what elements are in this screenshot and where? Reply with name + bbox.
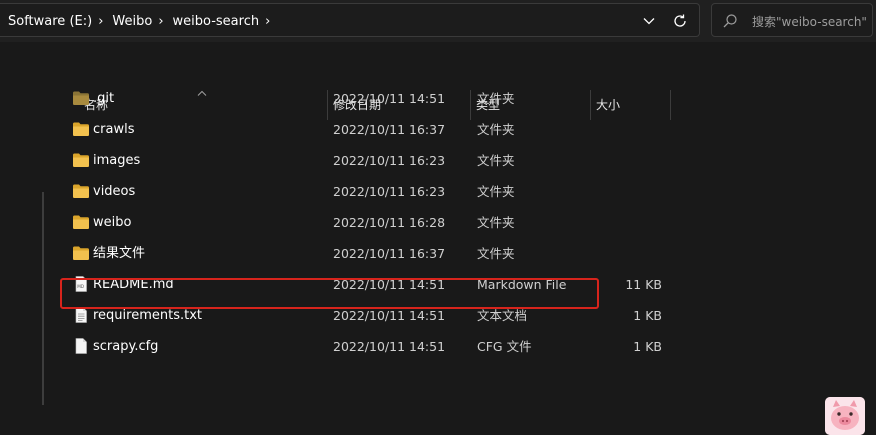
file-name: weibo	[93, 215, 132, 230]
file-size: 11 KB	[625, 277, 662, 292]
address-bar[interactable]: Software (E:) › Weibo › weibo-search ›	[0, 3, 700, 37]
folder-icon	[73, 91, 89, 105]
folder-icon	[73, 215, 89, 229]
file-size: 1 KB	[633, 339, 662, 354]
file-name: crawls	[93, 122, 135, 137]
refresh-icon	[674, 14, 686, 27]
file-name: videos	[93, 184, 136, 199]
navigation-pane-divider	[42, 192, 44, 405]
address-dropdown-button[interactable]	[636, 8, 662, 34]
file-icon	[75, 338, 87, 354]
file-row-weibo[interactable]: weibo 2022/10/11 16:28 文件夹	[60, 207, 600, 238]
file-type: 文件夹	[477, 184, 515, 199]
file-type: 文件夹	[477, 91, 515, 106]
breadcrumb-weibo[interactable]: Weibo	[112, 14, 152, 29]
file-modified: 2022/10/11 16:37	[333, 246, 446, 261]
folder-icon	[73, 153, 89, 167]
file-modified: 2022/10/11 16:23	[333, 153, 446, 168]
file-modified: 2022/10/11 14:51	[333, 339, 446, 354]
file-modified: 2022/10/11 16:23	[333, 184, 446, 199]
search-box[interactable]: 搜索"weibo-search"	[711, 3, 873, 37]
file-row-videos[interactable]: videos 2022/10/11 16:23 文件夹	[60, 176, 600, 207]
file-list-pane: 名称 修改日期 类型 大小 .git 2022/10/11 14:51 文件夹 …	[0, 42, 876, 435]
file-row-scrapy-cfg[interactable]: scrapy.cfg 2022/10/11 14:51 CFG 文件 1 KB	[60, 331, 662, 362]
file-row-git[interactable]: .git 2022/10/11 14:51 文件夹	[60, 83, 600, 114]
chevron-right-icon[interactable]: ›	[265, 14, 270, 29]
file-modified: 2022/10/11 16:28	[333, 215, 446, 230]
chevron-down-icon	[643, 18, 655, 25]
file-type: 文件夹	[477, 153, 515, 168]
breadcrumb-weibo-search[interactable]: weibo-search	[173, 14, 260, 29]
file-size: 1 KB	[633, 308, 662, 323]
file-type: CFG 文件	[477, 339, 532, 354]
breadcrumb: Software (E:) › Weibo › weibo-search ›	[8, 4, 279, 38]
folder-icon	[73, 246, 89, 260]
file-type: 文件夹	[477, 215, 515, 230]
text-file-icon	[75, 307, 87, 323]
folder-icon	[73, 184, 89, 198]
chevron-right-icon[interactable]: ›	[98, 14, 103, 29]
search-icon	[723, 14, 737, 28]
pig-mascot-icon	[825, 397, 865, 435]
file-row-results[interactable]: 结果文件 2022/10/11 16:37 文件夹	[60, 238, 600, 269]
file-modified: 2022/10/11 16:37	[333, 122, 446, 137]
file-name: images	[93, 153, 141, 168]
file-type: 文件夹	[477, 246, 515, 261]
file-row-crawls[interactable]: crawls 2022/10/11 16:37 文件夹	[60, 114, 600, 145]
file-name: 结果文件	[93, 246, 146, 261]
breadcrumb-drive[interactable]: Software (E:)	[8, 14, 92, 29]
file-modified: 2022/10/11 14:51	[333, 91, 446, 106]
file-name: scrapy.cfg	[93, 339, 159, 354]
folder-icon	[73, 122, 89, 136]
file-row-images[interactable]: images 2022/10/11 16:23 文件夹	[60, 145, 600, 176]
highlight-annotation-box	[60, 278, 599, 309]
refresh-button[interactable]	[667, 8, 693, 34]
chevron-right-icon[interactable]: ›	[158, 14, 163, 29]
column-divider[interactable]	[670, 90, 671, 120]
file-name: .git	[93, 91, 115, 106]
top-bar: Software (E:) › Weibo › weibo-search › 搜…	[0, 0, 876, 42]
search-placeholder: 搜索"weibo-search"	[752, 15, 867, 29]
file-type: 文件夹	[477, 122, 515, 137]
